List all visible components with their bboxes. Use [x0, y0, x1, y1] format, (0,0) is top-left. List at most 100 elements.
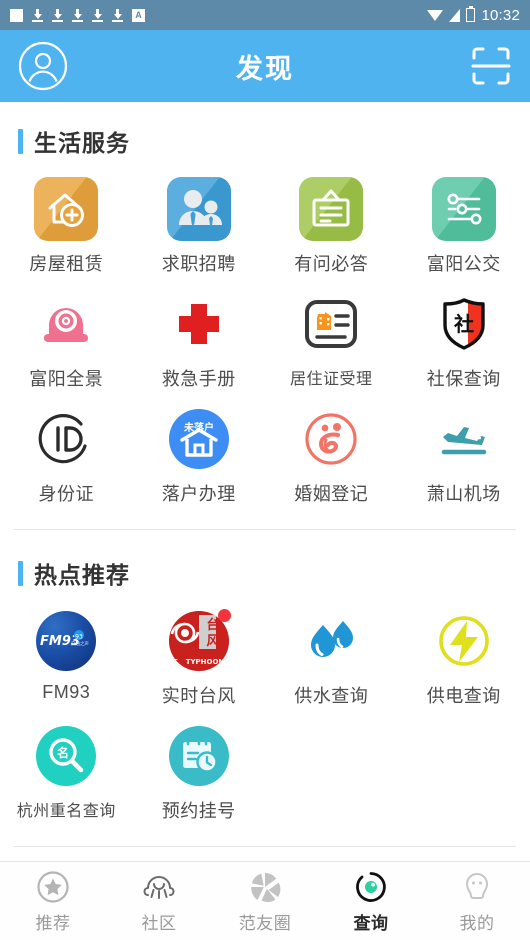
- grid-item-label: 供水查询: [294, 686, 369, 706]
- tab-label: 我的: [459, 913, 495, 933]
- grid-item-job-recruitment[interactable]: 求职招聘: [133, 168, 266, 283]
- discover-scroll-area[interactable]: 生活服务 房屋租赁 求职招聘 有问必答 富阳公交 富阳全景 救急手册 居住证受理…: [0, 102, 530, 861]
- id-card-icon: [34, 407, 98, 471]
- grid-item-label: 实时台风: [161, 686, 236, 706]
- grid-item-label: 救急手册: [161, 369, 236, 389]
- grid-item-label: 落户办理: [161, 484, 236, 504]
- grid-item-social-security[interactable]: 社 社保查询: [398, 283, 530, 398]
- community-icon: [141, 869, 177, 905]
- grid-item-label: 杭州重名查询: [16, 803, 116, 820]
- svg-text:风: 风: [206, 634, 219, 649]
- section-divider: [14, 846, 516, 847]
- marriage-registration-icon: [299, 407, 363, 471]
- grid-item-label: FM93: [42, 682, 91, 702]
- grid-item-label: 居住证受理: [289, 371, 373, 388]
- section-life-services: 生活服务 房屋租赁 求职招聘 有问必答 富阳公交 富阳全景 救急手册 居住证受理…: [0, 102, 530, 534]
- scan-qr-icon[interactable]: [470, 45, 512, 87]
- tab-label: 推荐: [35, 913, 71, 933]
- name-duplicate-search-icon: 名: [34, 724, 98, 788]
- svg-text:名: 名: [57, 745, 69, 760]
- grid-item-label: 婚姻登记: [294, 484, 369, 504]
- grid-item-household-registration[interactable]: 未落户 落户办理: [133, 398, 266, 513]
- grid-item-airport[interactable]: 萧山机场: [398, 398, 530, 513]
- bus-route-icon: [431, 177, 496, 241]
- profile-ghost-icon: [459, 869, 495, 905]
- tab-query[interactable]: 查询: [318, 869, 424, 934]
- grid-item-label: 萧山机场: [426, 484, 501, 504]
- grid-item-name-duplicate-search[interactable]: 名 杭州重名查询: [0, 715, 133, 830]
- qa-board-icon: [299, 177, 364, 241]
- battery-icon: [466, 5, 476, 22]
- section-header: 查询服务: [0, 851, 530, 861]
- residence-permit-icon: [299, 292, 363, 356]
- grid-item-residence-permit[interactable]: 居住证受理: [265, 283, 398, 398]
- section-title: 生活服务: [34, 130, 130, 156]
- svg-text:交通之声: 交通之声: [71, 640, 89, 647]
- section-hot-recommendations: 热点推荐 FM93 93 交通之声 FM93 台 风 TYPHOON T 实时台…: [0, 534, 530, 851]
- life-services-grid: 房屋租赁 求职招聘 有问必答 富阳公交 富阳全景 救急手册 居住证受理 社 社保…: [0, 168, 530, 523]
- job-recruitment-icon: [166, 177, 231, 241]
- tab-community[interactable]: 社区: [106, 869, 212, 934]
- status-bar-right-icons: 10:32: [427, 5, 520, 24]
- svg-text:T: T: [172, 658, 177, 666]
- download-icon: [52, 8, 63, 22]
- section-query-services: 查询服务: [0, 851, 530, 861]
- grid-item-appointment-booking[interactable]: 预约挂号: [133, 715, 266, 830]
- status-bar-clock: 10:32: [481, 6, 520, 24]
- grid-item-house-rental[interactable]: 房屋租赁: [0, 168, 133, 283]
- tab-recommend[interactable]: 推荐: [0, 869, 106, 934]
- panorama-camera-icon: [34, 292, 98, 356]
- grid-item-placeholder: [265, 715, 398, 830]
- grid-item-label: 预约挂号: [161, 801, 236, 821]
- first-aid-cross-icon: [167, 292, 231, 356]
- grid-item-label: 富阳全景: [29, 369, 104, 389]
- download-icon: [92, 8, 103, 22]
- grid-item-id-card[interactable]: 身份证: [0, 398, 133, 513]
- household-registration-icon: 未落户: [167, 407, 231, 471]
- section-accent-bar: [18, 560, 23, 586]
- download-icon: [72, 8, 83, 22]
- section-divider: [14, 529, 516, 530]
- tab-label: 查询: [353, 913, 389, 933]
- grid-item-bus[interactable]: 富阳公交: [398, 168, 530, 283]
- grid-item-fm93[interactable]: FM93 93 交通之声 FM93: [0, 600, 133, 715]
- download-icon: [112, 8, 123, 22]
- electricity-supply-icon: [432, 609, 496, 673]
- airport-plane-icon: [432, 407, 496, 471]
- alpha-keyboard-icon: A: [132, 8, 145, 22]
- social-security-shield-icon: 社: [432, 292, 496, 356]
- grid-item-marriage-registration[interactable]: 婚姻登记: [265, 398, 398, 513]
- svg-text:93: 93: [75, 634, 83, 641]
- hot-recommendations-grid: FM93 93 交通之声 FM93 台 风 TYPHOON T 实时台风 供水查…: [0, 600, 530, 840]
- grid-item-panorama[interactable]: 富阳全景: [0, 283, 133, 398]
- house-rental-icon: [34, 177, 99, 241]
- status-bar-left-icons: A: [10, 8, 145, 22]
- section-accent-bar: [18, 128, 23, 154]
- app-square-icon: [10, 8, 23, 22]
- svg-text:TYPHOON: TYPHOON: [185, 658, 224, 666]
- grid-item-label: 供电查询: [426, 686, 501, 706]
- section-header: 生活服务: [0, 102, 530, 168]
- app-header: 发现: [0, 30, 530, 102]
- tab-moments[interactable]: 范友圈: [212, 869, 318, 934]
- notification-badge: [217, 609, 231, 622]
- grid-item-typhoon[interactable]: 台 风 TYPHOON T 实时台风: [133, 600, 266, 715]
- signal-icon: [449, 8, 461, 22]
- svg-text:社: 社: [453, 312, 474, 336]
- wifi-icon: [427, 9, 444, 21]
- grid-item-water-supply[interactable]: 供水查询: [265, 600, 398, 715]
- query-circle-icon: [353, 869, 389, 905]
- page-title: 发现: [236, 53, 294, 84]
- svg-text:台: 台: [206, 617, 219, 633]
- status-bar: A 10:32: [0, 0, 530, 30]
- grid-item-label: 有问必答: [294, 254, 369, 274]
- grid-item-qa[interactable]: 有问必答: [265, 168, 398, 283]
- tab-profile[interactable]: 我的: [424, 869, 530, 934]
- grid-item-first-aid[interactable]: 救急手册: [133, 283, 266, 398]
- grid-item-electricity-supply[interactable]: 供电查询: [398, 600, 530, 715]
- grid-item-label: 富阳公交: [426, 254, 501, 274]
- grid-item-label: 求职招聘: [161, 254, 236, 274]
- user-avatar-icon[interactable]: [18, 41, 68, 91]
- star-recommend-icon: [35, 869, 71, 905]
- section-header: 热点推荐: [0, 534, 530, 600]
